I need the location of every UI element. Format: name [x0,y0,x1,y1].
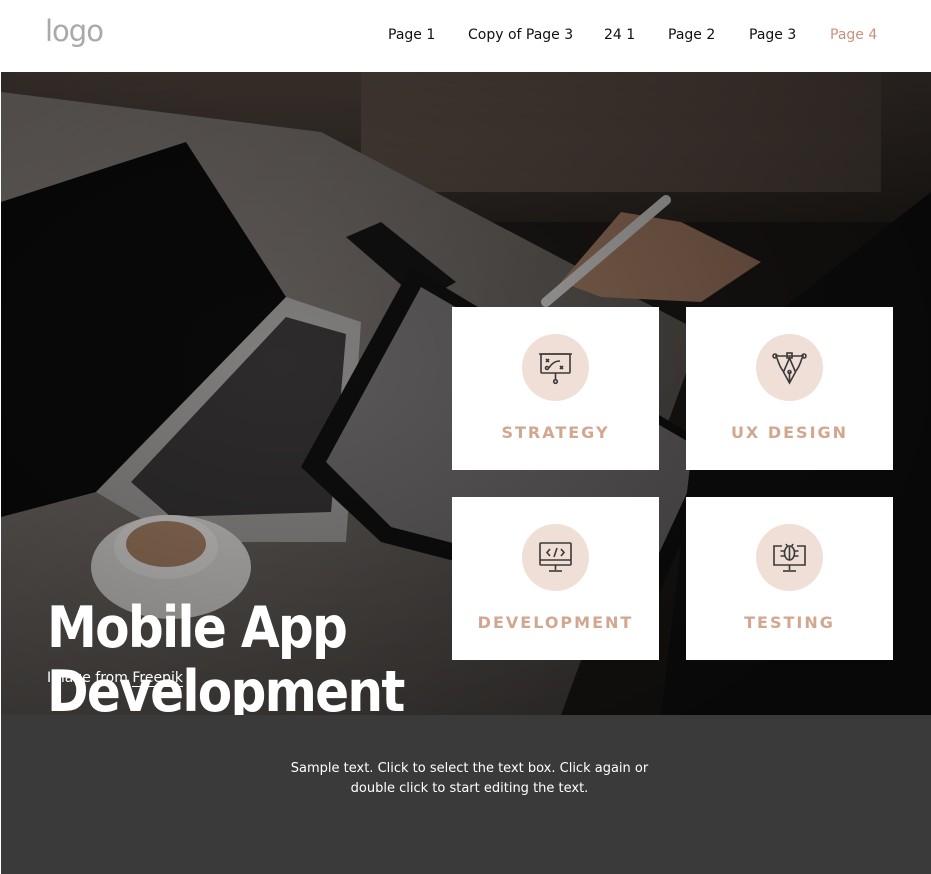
service-label-development: DEVELOPMENT [477,613,634,632]
credit-prefix: Image from [47,670,128,686]
hero-title-line-2: Development [47,659,405,715]
testing-icon-circle [756,524,823,591]
pen-tool-icon [772,352,807,385]
image-credit: Image from Freepik [47,670,183,687]
service-card-strategy[interactable]: STRATEGY [452,307,659,470]
code-monitor-icon [539,542,572,572]
ux-design-icon-circle [756,334,823,401]
nav-item-24-1[interactable]: 24 1 [604,27,635,43]
nav-item-copy-of-page-3[interactable]: Copy of Page 3 [468,27,573,43]
service-label-ux-design: UX DESIGN [730,423,849,442]
hero-title: Mobile App Development [47,596,452,715]
main-nav: Page 1 Copy of Page 3 24 1 Page 2 Page 3… [0,27,931,47]
freepik-link[interactable]: Freepik [132,670,183,687]
hero-title-line-1: Mobile App [47,595,348,661]
nav-item-page-2[interactable]: Page 2 [668,27,715,43]
nav-item-page-4[interactable]: Page 4 [830,27,877,43]
service-card-testing[interactable]: TESTING [686,497,893,660]
service-label-strategy: STRATEGY [501,423,610,442]
service-card-development[interactable]: DEVELOPMENT [452,497,659,660]
site-header: logo Page 1 Copy of Page 3 24 1 Page 2 P… [0,0,931,72]
strategy-icon-circle [522,334,589,401]
site-footer: Sample text. Click to select the text bo… [1,715,931,874]
strategy-board-icon [539,353,572,385]
service-card-ux-design[interactable]: UX DESIGN [686,307,893,470]
bug-monitor-icon [773,543,806,572]
development-icon-circle [522,524,589,591]
nav-item-page-3[interactable]: Page 3 [749,27,796,43]
footer-sample-text[interactable]: Sample text. Click to select the text bo… [271,759,668,799]
service-label-testing: TESTING [744,613,835,632]
nav-item-page-1[interactable]: Page 1 [388,27,435,43]
